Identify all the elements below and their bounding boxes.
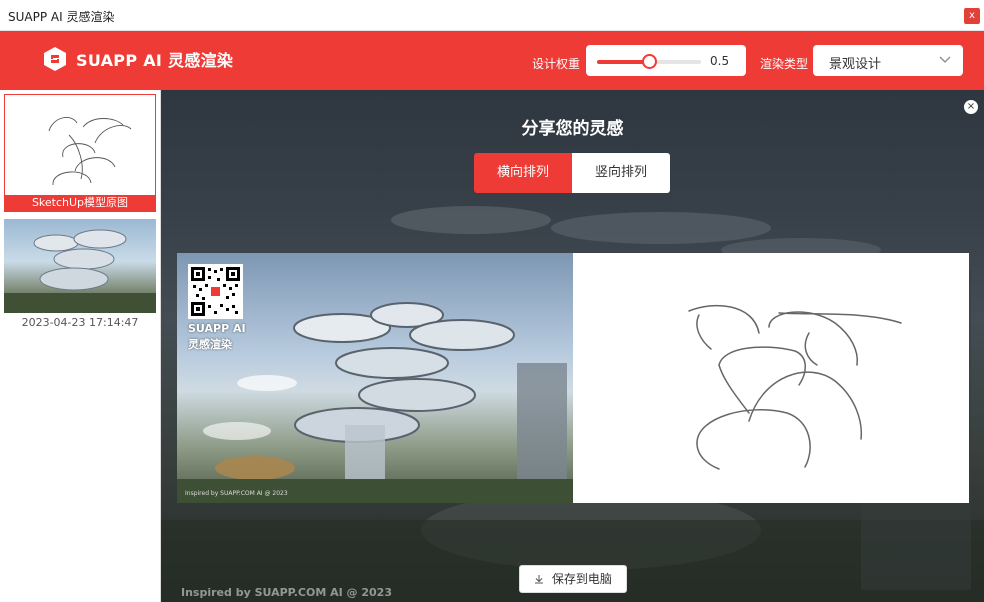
qr-caption-line2: 灵感渲染	[188, 338, 232, 351]
share-panel: 分享您的灵感 × 横向排列 竖向排列 SUAPP AI 灵感渲染 Inspire…	[161, 90, 984, 602]
chevron-down-icon	[939, 56, 951, 63]
sketch-thumbnail[interactable]: SketchUp模型原图	[4, 94, 156, 212]
window-titlebar: SUAPP AI 灵感渲染 x	[0, 0, 984, 31]
rendered-image: SUAPP AI 灵感渲染 Inspired by SUAPP.COM AI @…	[177, 253, 573, 503]
sketch-drawing	[48, 116, 132, 186]
brand-logo: SUAPP AI 灵感渲染	[42, 46, 233, 72]
render-type-select[interactable]: 景观设计	[813, 45, 963, 76]
share-close-button[interactable]: ×	[964, 100, 978, 114]
qr-code-image	[190, 266, 241, 317]
layout-horizontal-button[interactable]: 横向排列	[474, 153, 572, 193]
share-title: 分享您的灵感	[521, 119, 624, 139]
weight-label: 设计权重	[532, 57, 581, 71]
window-title: SUAPP AI 灵感渲染	[8, 10, 115, 24]
suapp-logo-icon	[44, 47, 66, 71]
save-button-label: 保存到电脑	[551, 572, 612, 586]
background-watermark: Inspired by SUAPP.COM AI @ 2023	[181, 586, 392, 599]
share-preview-card: SUAPP AI 灵感渲染 Inspired by SUAPP.COM AI @…	[177, 253, 969, 503]
brand-name: SUAPP AI 灵感渲染	[76, 51, 234, 70]
app-header: SUAPP AI 灵感渲染 设计权重 0.5 渲染类型 景观设计	[0, 31, 984, 90]
save-to-computer-button[interactable]: 保存到电脑	[519, 565, 627, 593]
qr-code	[188, 264, 243, 319]
sketch-thumbnail-caption: SketchUp模型原图	[5, 195, 155, 211]
sketch-lines-image	[688, 304, 902, 470]
qr-caption-line1: SUAPP AI	[188, 322, 246, 335]
weight-slider[interactable]	[597, 54, 701, 69]
render-thumbnail[interactable]	[4, 219, 156, 313]
render-timestamp: 2023-04-23 17:14:47	[21, 316, 139, 329]
window-close-button[interactable]: x	[964, 8, 980, 24]
render-type-label: 渲染类型	[760, 57, 809, 71]
weight-slider-box: 0.5	[586, 45, 746, 76]
layout-vertical-button[interactable]: 竖向排列	[572, 153, 670, 193]
layout-toggle: 横向排列 竖向排列	[474, 153, 670, 193]
weight-value: 0.5	[710, 54, 730, 68]
qr-caption: SUAPP AI 灵感渲染	[188, 321, 246, 353]
download-icon	[535, 575, 544, 584]
render-thumbnail-image	[4, 229, 156, 313]
image-watermark: Inspired by SUAPP.COM AI @ 2023	[185, 490, 288, 497]
sketch-image	[573, 253, 969, 503]
weight-slider-handle[interactable]	[642, 54, 657, 69]
history-sidebar: SketchUp模型原图 2023-04-23 17:14:47	[0, 90, 161, 602]
render-type-value: 景观设计	[829, 57, 882, 72]
